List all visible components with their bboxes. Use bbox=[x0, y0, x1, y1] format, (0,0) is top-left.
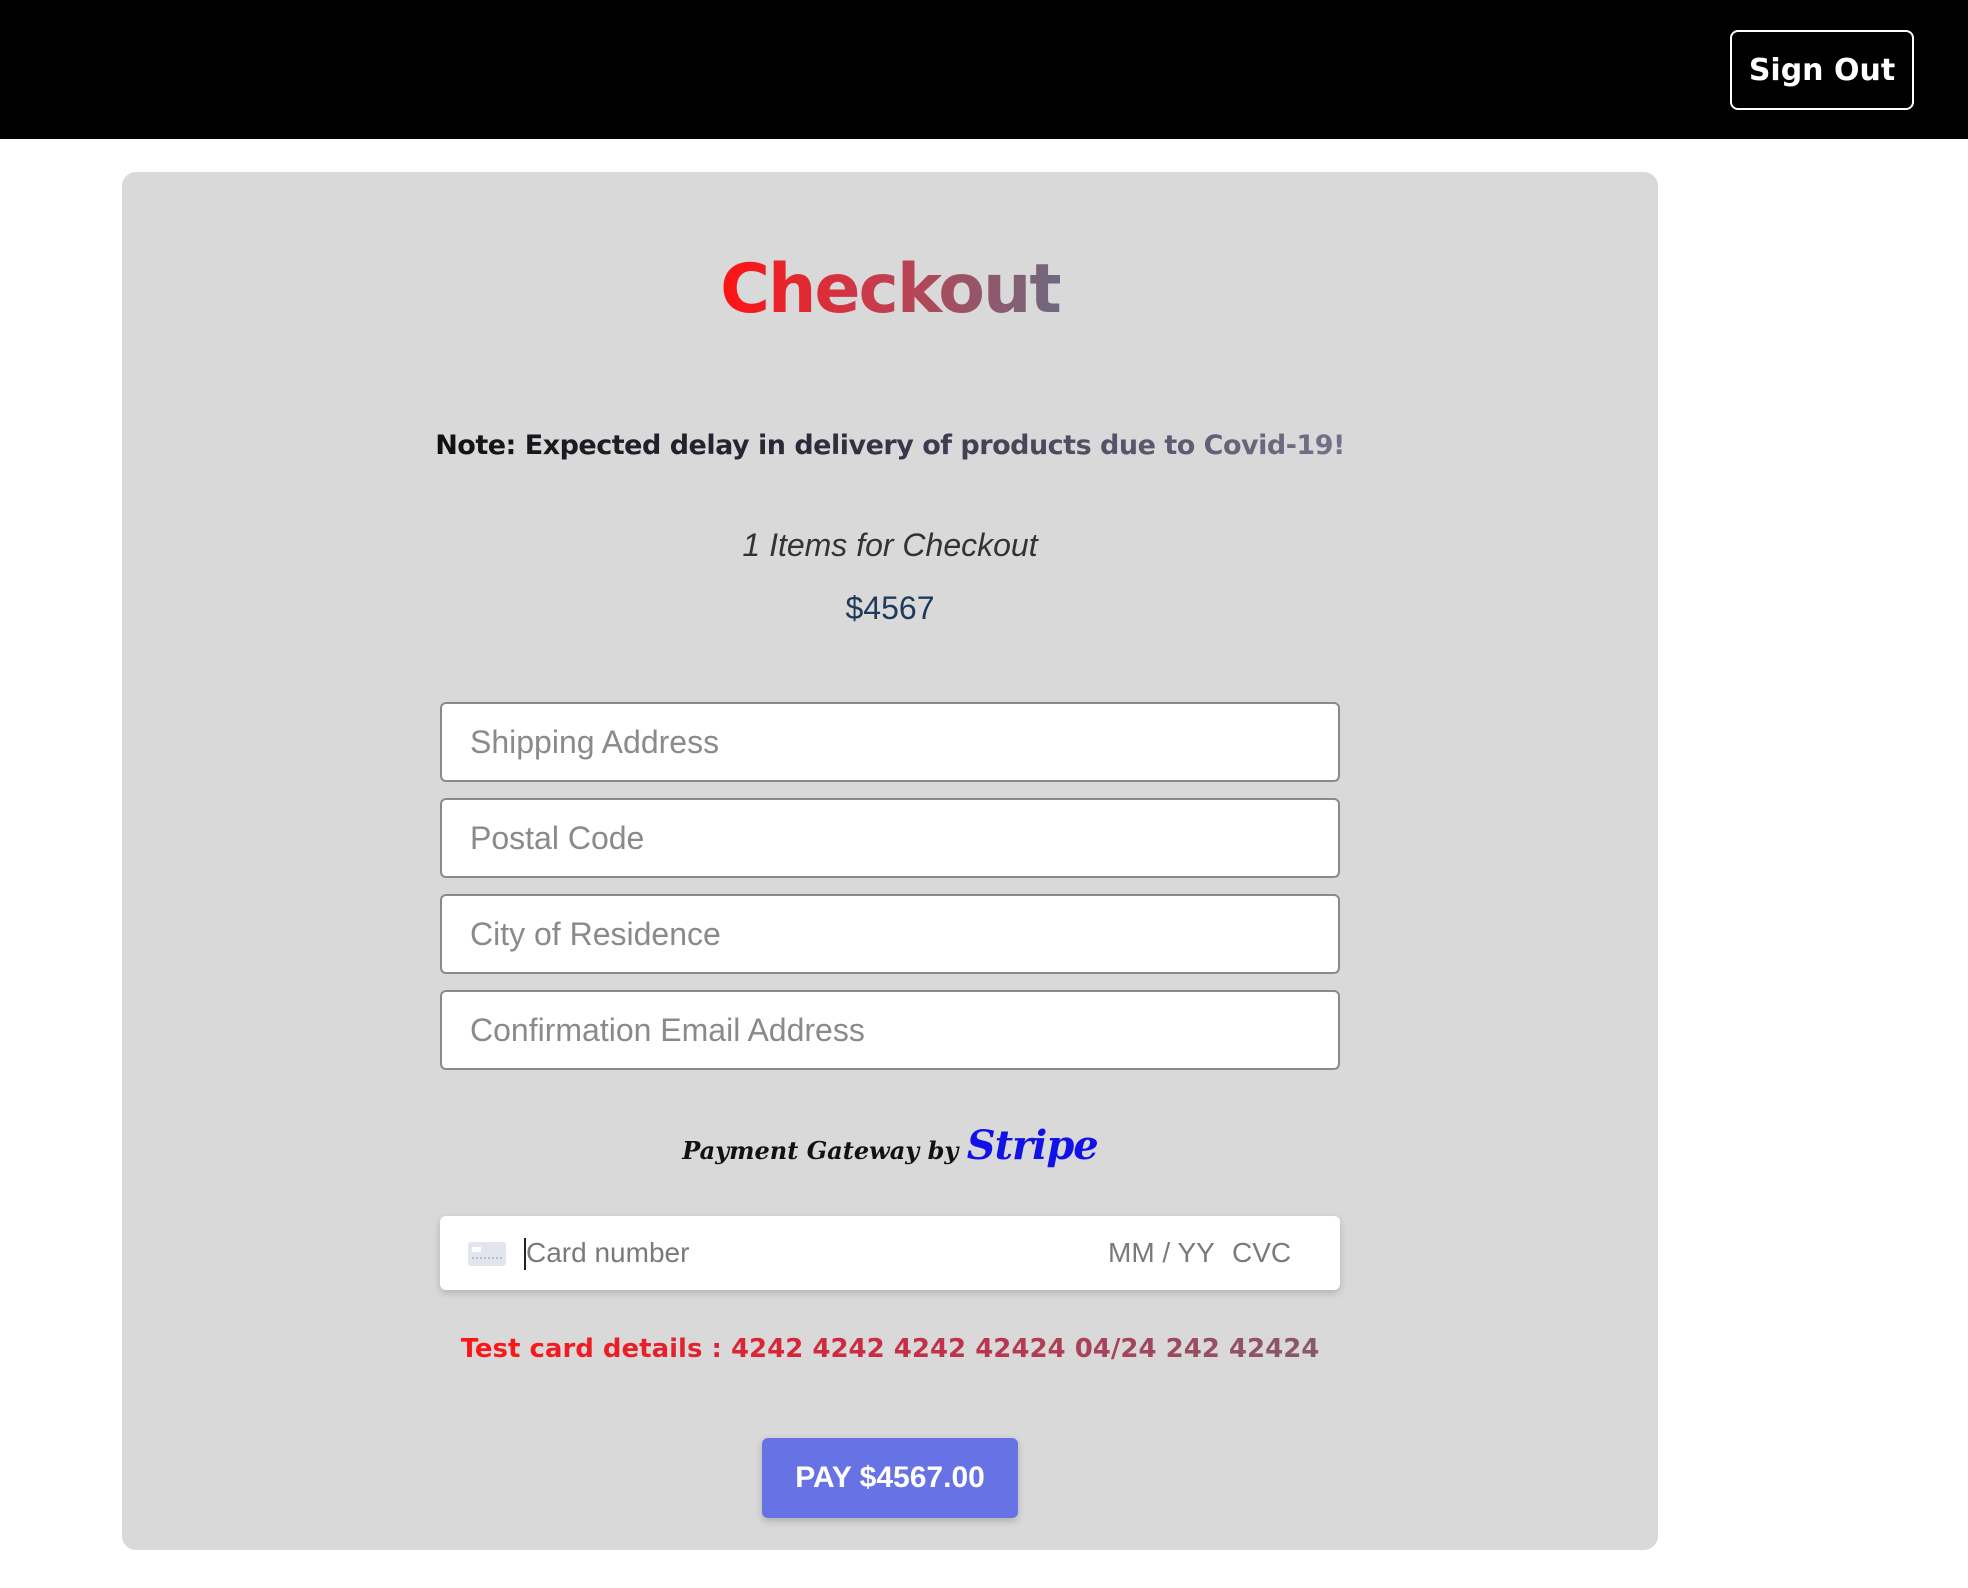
checkout-panel: Checkout Note: Expected delay in deliver… bbox=[122, 172, 1658, 1550]
delivery-note: Note: Expected delay in delivery of prod… bbox=[122, 430, 1658, 461]
city-input[interactable] bbox=[440, 894, 1340, 974]
delivery-note-text: Note: Expected delay in delivery of prod… bbox=[435, 430, 1345, 461]
checkout-total: $4567 bbox=[845, 590, 935, 626]
checkout-title-text: Checkout bbox=[720, 250, 1062, 329]
postal-code-input[interactable] bbox=[440, 798, 1340, 878]
page-title: Checkout bbox=[122, 250, 1658, 329]
card-expiry-input[interactable]: MM / YY bbox=[1108, 1237, 1215, 1269]
top-navbar: Sign Out bbox=[0, 0, 1968, 139]
sign-out-button[interactable]: Sign Out bbox=[1730, 30, 1914, 110]
payment-gateway-label: Payment Gateway by Stripe bbox=[122, 1122, 1658, 1169]
email-input[interactable] bbox=[440, 990, 1340, 1070]
gateway-prefix: Payment Gateway by bbox=[682, 1136, 959, 1165]
items-count: 1 Items for Checkout bbox=[742, 527, 1038, 563]
card-number-input[interactable]: Card number bbox=[526, 1237, 689, 1269]
test-card-details: Test card details : 4242 4242 4242 42424… bbox=[122, 1334, 1658, 1364]
test-card-text: Test card details : 4242 4242 4242 42424… bbox=[460, 1334, 1320, 1364]
credit-card-icon bbox=[468, 1242, 506, 1266]
stripe-brand: Stripe bbox=[966, 1122, 1099, 1169]
card-cvc-input[interactable]: CVC bbox=[1232, 1237, 1291, 1269]
shipping-address-input[interactable] bbox=[440, 702, 1340, 782]
pay-button[interactable]: PAY $4567.00 bbox=[762, 1438, 1018, 1518]
card-input-field[interactable]: Card number MM / YY CVC bbox=[440, 1216, 1340, 1290]
